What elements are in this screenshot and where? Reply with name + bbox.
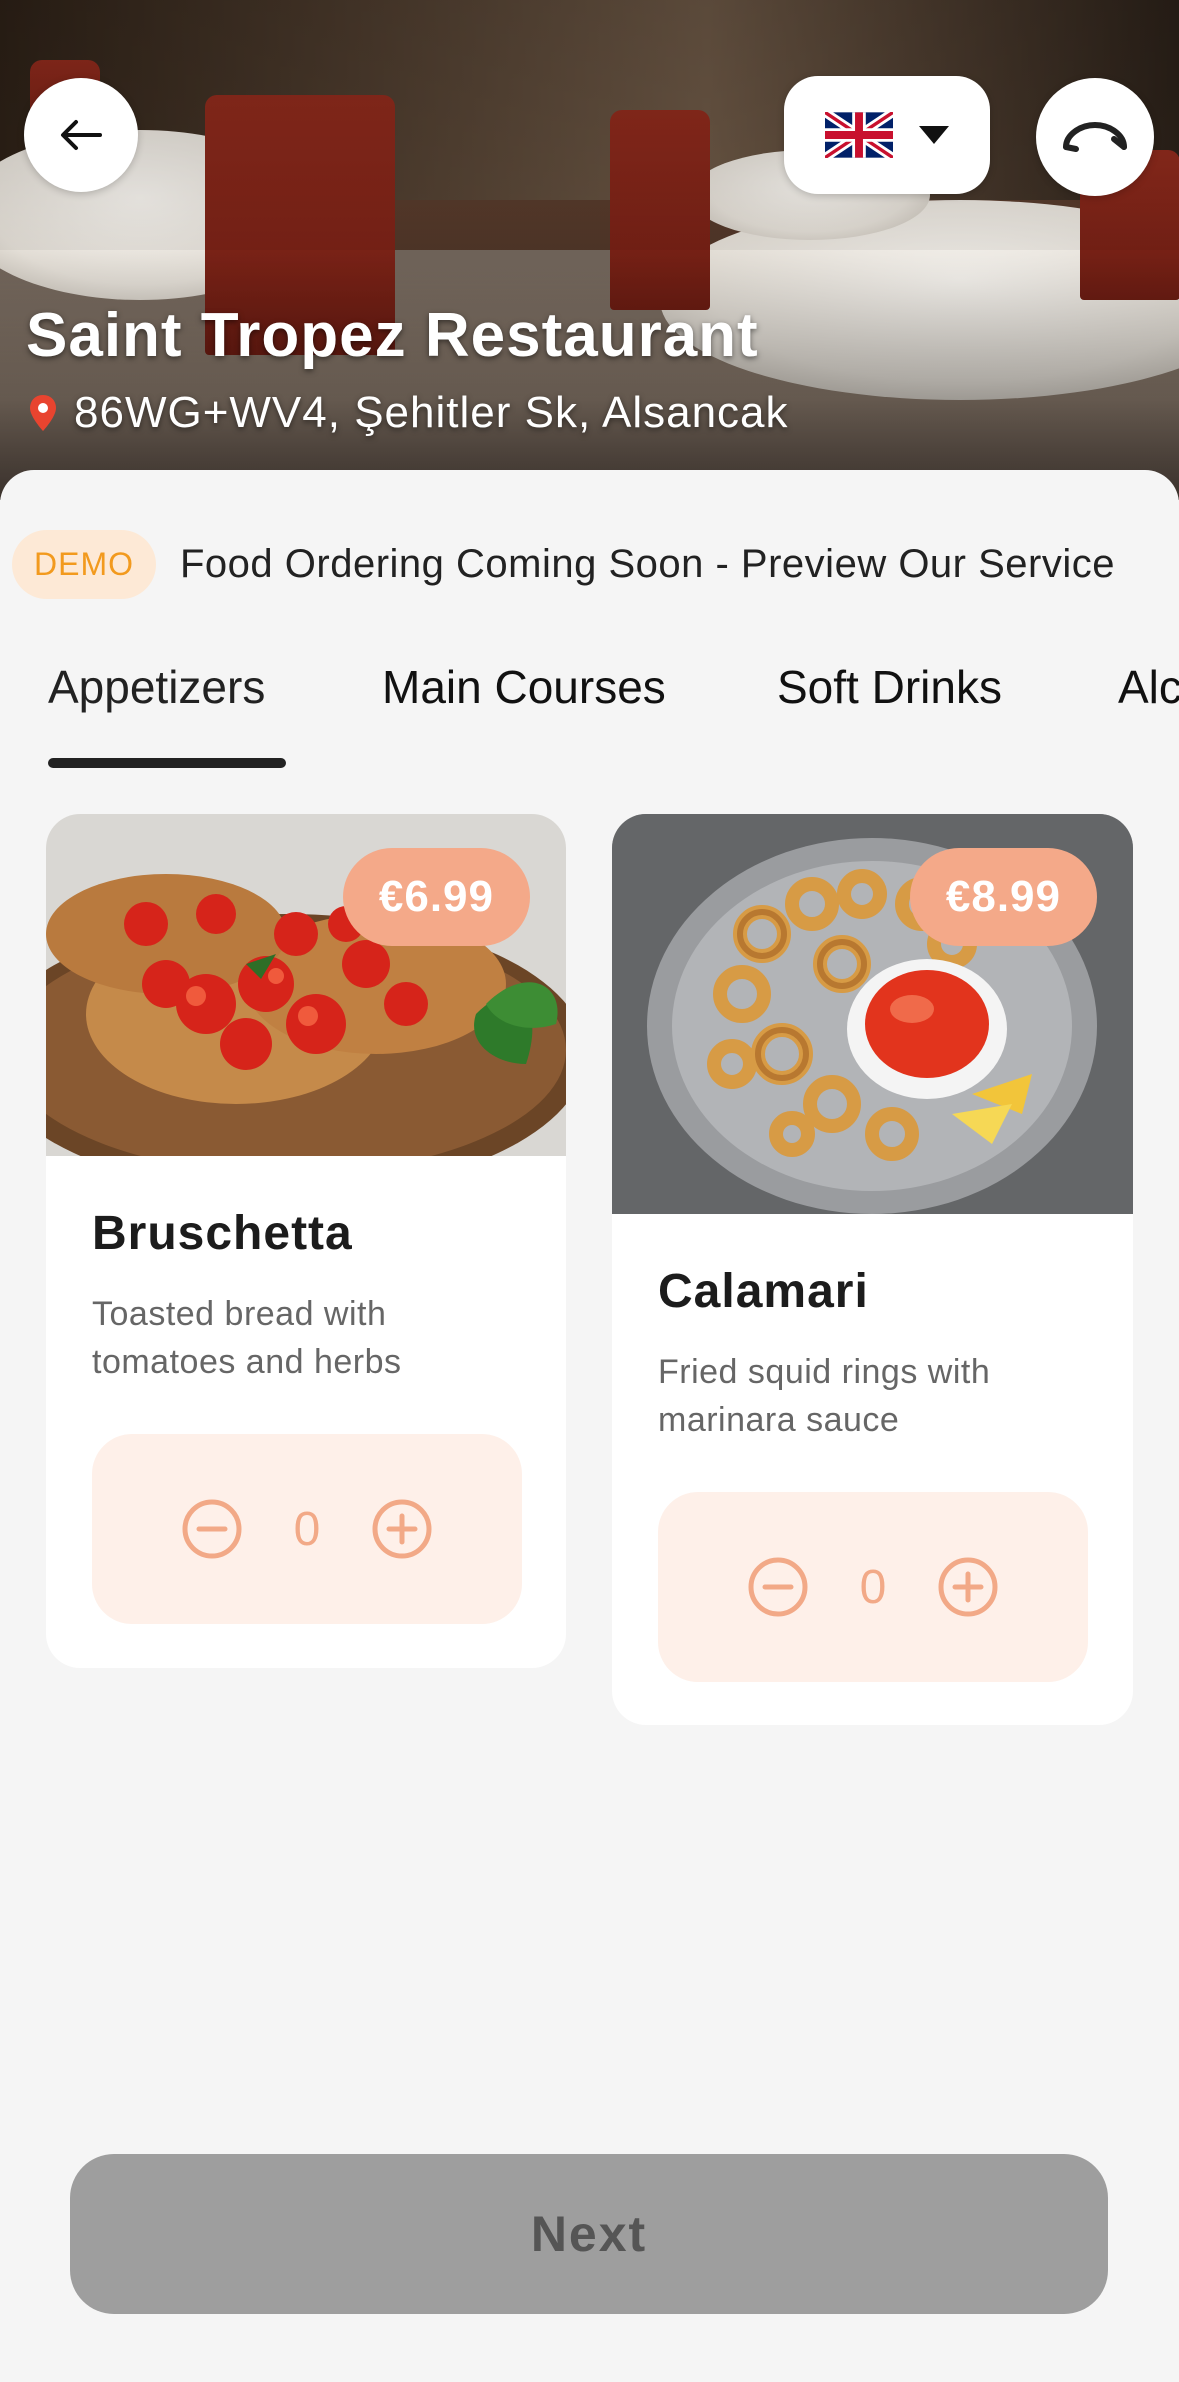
price-badge: €6.99 — [342, 848, 530, 946]
restaurant-name: Saint Tropez Restaurant — [26, 301, 759, 370]
language-selector[interactable] — [784, 76, 990, 194]
back-button[interactable] — [24, 78, 138, 192]
item-description: Toasted bread with tomatoes and herbs — [92, 1295, 402, 1381]
hero-overlay — [0, 0, 1179, 250]
demo-badge: DEMO — [12, 530, 156, 599]
increment-button[interactable] — [371, 1498, 433, 1560]
map-pin-icon — [30, 395, 56, 431]
demo-banner-text: Food Ordering Coming Soon - Preview Our … — [180, 542, 1115, 586]
uk-flag-icon — [825, 112, 893, 158]
restaurant-address: 86WG+WV4, Şehitler Sk, Alsancak — [30, 388, 789, 438]
quantity-stepper: 0 — [92, 1434, 522, 1624]
tab-alcoholic[interactable]: Alc — [1118, 660, 1179, 714]
hero-overlay — [0, 250, 1179, 500]
item-name: Bruschetta — [92, 1207, 353, 1260]
arrow-left-icon — [61, 120, 102, 150]
demo-banner: DEMO Food Ordering Coming Soon - Preview… — [12, 530, 1115, 599]
item-name: Calamari — [658, 1265, 869, 1318]
increment-button[interactable] — [937, 1556, 999, 1618]
decrement-button[interactable] — [747, 1556, 809, 1618]
caret-down-icon — [919, 126, 949, 144]
item-description: Fried squid rings with marinara sauce — [658, 1353, 991, 1439]
tab-main-courses[interactable]: Main Courses — [382, 660, 666, 714]
decrement-button[interactable] — [181, 1498, 243, 1560]
end-call-button[interactable] — [1036, 78, 1154, 196]
active-tab-indicator — [48, 758, 286, 768]
price-badge: €8.99 — [909, 848, 1097, 946]
menu-item-card[interactable]: €8.99 Calamari Fried squid rings with ma… — [612, 814, 1133, 1725]
quantity-value: 0 — [293, 1502, 321, 1556]
quantity-value: 0 — [859, 1560, 887, 1614]
tab-appetizers[interactable]: Appetizers — [48, 660, 265, 714]
next-button[interactable]: Next — [70, 2154, 1108, 2314]
menu-item-card[interactable]: €6.99 Bruschetta Toasted bread with toma… — [46, 814, 566, 1668]
phone-hangup-icon — [1063, 121, 1127, 152]
quantity-stepper: 0 — [658, 1492, 1088, 1682]
tab-soft-drinks[interactable]: Soft Drinks — [777, 660, 1002, 714]
category-tabs: Appetizers Main Courses Soft Drinks Alc — [0, 660, 1179, 770]
address-text: 86WG+WV4, Şehitler Sk, Alsancak — [74, 388, 789, 437]
